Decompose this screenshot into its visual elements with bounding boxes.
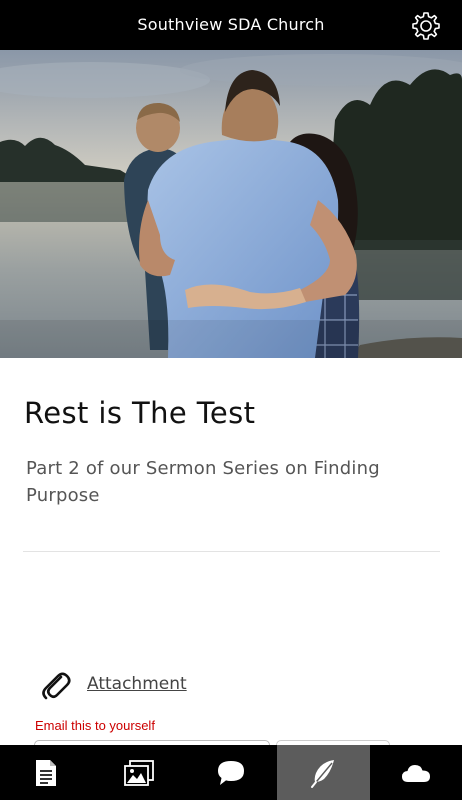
hero-image — [0, 50, 462, 358]
app-screen: Southview SDA Church Rest is The Test Pa… — [0, 0, 462, 800]
app-title: Southview SDA Church — [137, 15, 325, 34]
content-divider — [23, 551, 440, 552]
attachment-link[interactable]: Attachment — [87, 674, 187, 694]
gear-icon — [412, 12, 440, 40]
post-subtitle: Part 2 of our Sermon Series on Finding P… — [26, 458, 380, 506]
nav-item-feather[interactable] — [277, 745, 370, 800]
post-title: Rest is The Test — [24, 396, 256, 430]
nav-item-chat[interactable] — [185, 745, 277, 800]
settings-button[interactable] — [410, 10, 442, 42]
attachment-row[interactable]: Attachment — [38, 666, 187, 702]
bottom-navigation — [0, 745, 462, 800]
email-label: Email this to yourself — [35, 718, 155, 733]
nav-item-cloud[interactable] — [370, 745, 462, 800]
gallery-icon — [123, 759, 154, 786]
feather-icon — [311, 759, 335, 788]
nav-item-gallery[interactable] — [92, 745, 184, 800]
chat-bubble-icon — [217, 760, 244, 785]
nav-item-documents[interactable] — [0, 745, 92, 800]
top-bar: Southview SDA Church — [0, 0, 462, 50]
paperclip-icon — [42, 672, 71, 700]
cloud-icon — [401, 764, 430, 782]
document-icon — [36, 759, 57, 786]
family-by-lake-photo — [0, 50, 462, 358]
